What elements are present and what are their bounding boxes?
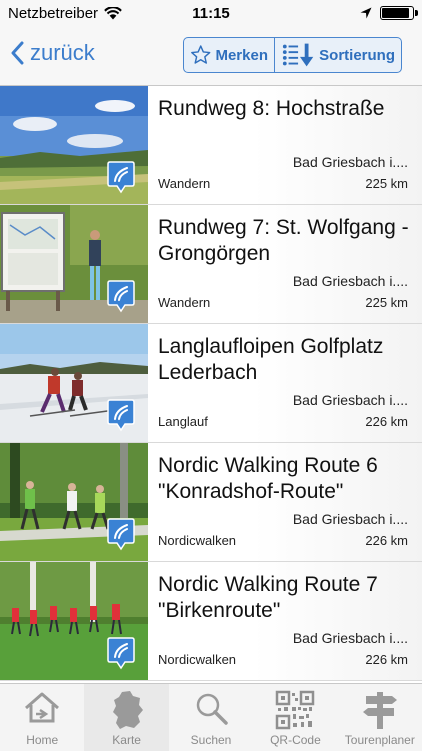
list-item[interactable]: Rundweg 8: Hochstraße Bad Griesbach i...… (0, 86, 422, 205)
tab-label: QR-Code (270, 733, 321, 747)
tour-list: Rundweg 8: Hochstraße Bad Griesbach i...… (0, 86, 422, 683)
tour-activity: Nordicwalken (158, 533, 237, 548)
tour-activity: Nordicwalken (158, 652, 237, 667)
tour-location: Bad Griesbach i.... (292, 154, 408, 170)
tab-label: Tourenplaner (344, 733, 415, 747)
tour-distance: 226 km (365, 533, 408, 548)
navigation-bar: zurück Merken Sortierung (0, 28, 422, 86)
nav-button-group: Merken Sortierung (183, 37, 402, 73)
tour-distance: 225 km (365, 295, 408, 310)
merken-label: Merken (215, 46, 268, 64)
tab-label: Karte (112, 733, 141, 747)
home-icon (25, 692, 60, 723)
tour-location: Bad Griesbach i.... (292, 392, 408, 408)
battery-level (382, 8, 409, 18)
location-arrow-icon (360, 7, 372, 19)
tour-distance: 225 km (365, 176, 408, 191)
route-badge-icon (107, 280, 135, 313)
route-badge-icon (107, 637, 135, 670)
tour-distance: 226 km (365, 414, 408, 429)
tour-title: Rundweg 8: Hochstraße (158, 97, 385, 120)
route-badge-icon (107, 518, 135, 551)
list-item[interactable]: Nordic Walking Route 7 "Birkenroute" Bad… (0, 562, 422, 681)
sortierung-button[interactable]: Sortierung (275, 37, 402, 73)
tour-title: Rundweg 7: St. Wolfgang - Grongörgen (158, 216, 409, 265)
tab-label: Suchen (190, 733, 232, 747)
status-bar: Netzbetreiber 11:15 (0, 0, 422, 28)
list-item[interactable]: Nordic Walking Route 6 "Konradshof-Route… (0, 443, 422, 562)
sort-list-icon (282, 43, 314, 67)
tab-karte[interactable]: Karte (84, 684, 169, 751)
merken-button[interactable]: Merken (183, 37, 275, 73)
tab-bar: Home Karte Suchen QR-Code Tourenplaner (0, 683, 422, 751)
back-button[interactable]: zurück (10, 40, 95, 66)
tour-location: Bad Griesbach i.... (292, 630, 408, 646)
tour-activity: Wandern (158, 176, 211, 191)
battery-icon (380, 6, 418, 20)
tab-suchen[interactable]: Suchen (169, 684, 253, 751)
star-icon (191, 45, 211, 64)
tour-title: Nordic Walking Route 6 "Konradshof-Route… (158, 454, 378, 503)
signpost-icon (362, 692, 397, 729)
tour-activity: Langlauf (158, 414, 208, 429)
route-badge-icon (107, 161, 135, 194)
sortierung-label: Sortierung (319, 46, 395, 64)
qr-code-icon (276, 690, 315, 730)
tour-activity: Wandern (158, 295, 211, 310)
search-icon (196, 693, 228, 725)
tour-location: Bad Griesbach i.... (292, 273, 408, 289)
list-item[interactable]: Rundweg 7: St. Wolfgang - Grongörgen Bad… (0, 205, 422, 324)
tour-distance: 226 km (365, 652, 408, 667)
tour-location: Bad Griesbach i.... (292, 511, 408, 527)
tab-tourenplaner[interactable]: Tourenplaner (338, 684, 422, 751)
chevron-left-icon (11, 41, 24, 65)
status-time: 11:15 (192, 5, 230, 22)
tour-title: Nordic Walking Route 7 "Birkenroute" (158, 573, 378, 622)
back-label: zurück (30, 40, 95, 65)
list-item[interactable]: Langlaufloipen Golfplatz Lederbach Bad G… (0, 324, 422, 443)
tab-home[interactable]: Home (0, 684, 84, 751)
map-germany-icon (112, 691, 143, 729)
tab-label: Home (26, 733, 59, 747)
tour-title: Langlaufloipen Golfplatz Lederbach (158, 335, 384, 384)
route-badge-icon (107, 399, 135, 432)
tab-qr-code[interactable]: QR-Code (253, 684, 337, 751)
